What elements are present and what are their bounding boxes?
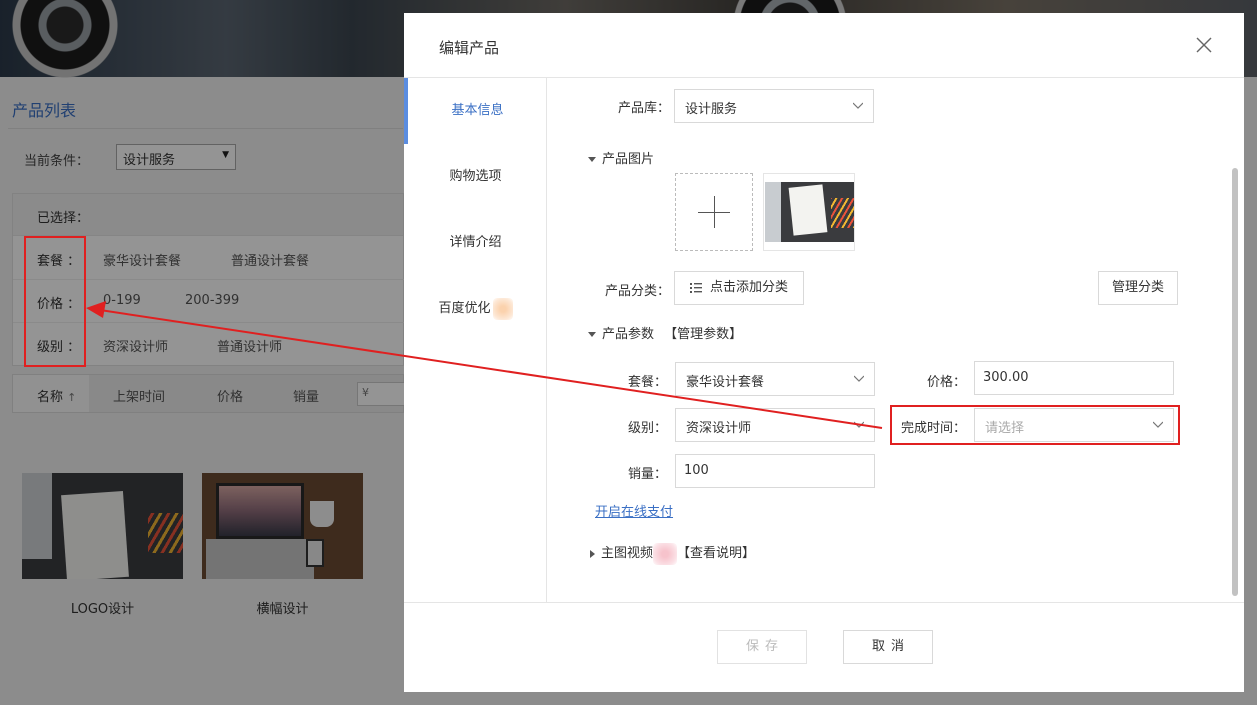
tab-shopping-options[interactable]: 购物选项	[404, 144, 547, 210]
caret-right-icon	[590, 549, 595, 558]
save-button[interactable]: 保存	[717, 630, 807, 664]
dialog-header: 编辑产品	[404, 13, 1244, 78]
chevron-down-icon	[1153, 421, 1163, 428]
dialog-footer: 保存 取消	[404, 602, 1244, 692]
edit-product-dialog: 编辑产品 基本信息 购物选项 详情介绍 百度优化 产品库： 设计服务 产品图片	[404, 13, 1244, 692]
images-section-header[interactable]: 产品图片	[588, 148, 654, 167]
caret-down-icon	[588, 157, 596, 162]
plus-icon	[714, 196, 715, 228]
price-input[interactable]: 300.00	[974, 361, 1174, 395]
package-value: 豪华设计套餐	[686, 375, 765, 390]
chevron-down-icon	[853, 102, 863, 109]
list-icon	[689, 282, 702, 293]
level-label: 级别：	[628, 421, 668, 436]
package-select[interactable]: 豪华设计套餐	[675, 362, 875, 396]
blurred-badge	[653, 542, 678, 565]
video-label: 主图视频	[601, 546, 654, 561]
tab-baidu-seo[interactable]: 百度优化	[404, 276, 547, 342]
params-label: 产品参数	[602, 327, 655, 342]
video-section-header[interactable]: 主图视频 【查看说明】	[590, 542, 755, 565]
upload-image-button[interactable]	[675, 173, 753, 251]
video-help-link[interactable]: 【查看说明】	[677, 546, 755, 561]
add-category-label: 点击添加分类	[709, 280, 788, 295]
level-value: 资深设计师	[686, 421, 752, 436]
dialog-content: 产品库： 设计服务 产品图片 产品分类： 点击添加分类 管理分类 产品参数 【管…	[547, 78, 1244, 602]
finish-time-select[interactable]: 请选择	[974, 408, 1174, 442]
finish-time-placeholder: 请选择	[985, 421, 1025, 436]
pencils-graphic	[831, 198, 854, 228]
chevron-down-icon	[854, 375, 864, 382]
add-category-button[interactable]: 点击添加分类	[674, 271, 804, 305]
params-section-header[interactable]: 产品参数 【管理参数】	[588, 323, 742, 342]
image-content	[765, 182, 854, 242]
category-label: 产品分类：	[605, 284, 671, 299]
close-icon[interactable]	[1194, 35, 1214, 55]
product-image-thumbnail[interactable]	[763, 173, 855, 251]
tab-detail-intro[interactable]: 详情介绍	[404, 210, 547, 276]
sales-input[interactable]: 100	[675, 454, 875, 488]
dialog-side-tabs: 基本信息 购物选项 详情介绍 百度优化	[404, 78, 547, 602]
manage-category-button[interactable]: 管理分类	[1098, 271, 1178, 305]
library-label: 产品库：	[618, 101, 671, 116]
library-select[interactable]: 设计服务	[674, 89, 874, 123]
manage-params-link[interactable]: 【管理参数】	[664, 327, 742, 342]
scrollbar[interactable]	[1232, 168, 1238, 596]
blurred-badge	[492, 297, 513, 320]
chevron-down-icon	[854, 421, 864, 428]
dialog-title: 编辑产品	[439, 39, 500, 57]
sales-label: 销量：	[628, 467, 668, 482]
price-label: 价格：	[927, 375, 967, 390]
enable-online-payment-link[interactable]: 开启在线支付	[595, 501, 673, 520]
laptop-graphic	[765, 182, 781, 242]
tab-basic-info[interactable]: 基本信息	[404, 78, 547, 144]
finish-time-label: 完成时间：	[901, 421, 967, 436]
library-value: 设计服务	[685, 102, 738, 117]
tab-label: 百度优化	[438, 301, 491, 316]
package-label: 套餐：	[628, 375, 668, 390]
images-label: 产品图片	[602, 152, 655, 167]
cancel-button[interactable]: 取消	[843, 630, 933, 664]
level-select[interactable]: 资深设计师	[675, 408, 875, 442]
paper-graphic	[788, 184, 828, 236]
caret-down-icon	[588, 332, 596, 337]
